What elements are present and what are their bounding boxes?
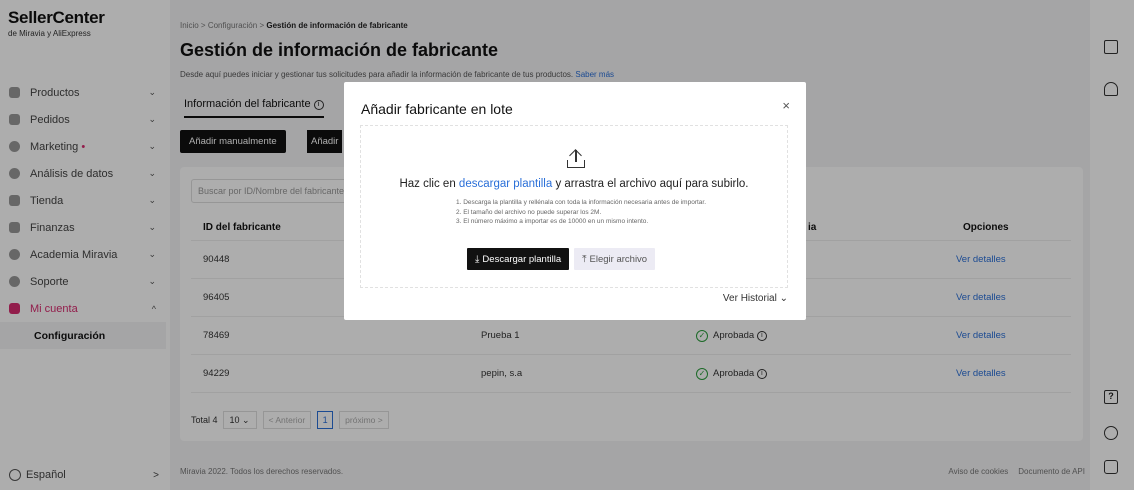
history-label: Ver Historial [722, 293, 777, 304]
note-item: 1. Descarga la plantilla y rellénala con… [456, 199, 707, 206]
batch-add-modal: Añadir fabricante en lote × Haz clic en … [344, 82, 806, 320]
close-icon[interactable]: × [782, 98, 790, 113]
view-history-toggle[interactable]: Ver Historial ⌄ [723, 293, 788, 304]
dropzone-actions: ⤓ Descargar plantilla ⤒ Elegir archivo [467, 248, 656, 270]
button-label: Descargar plantilla [482, 253, 562, 265]
instruction-text: Haz clic en [399, 178, 456, 190]
modal-title: Añadir fabricante en lote [361, 101, 513, 117]
instruction-text: y arrastra el archivo aquí para subirlo. [555, 178, 749, 190]
download-icon: ⤓ [475, 253, 480, 265]
note-item: 2. El tamaño del archivo no puede supera… [456, 208, 602, 216]
upload-icon [567, 149, 585, 168]
dropzone-instruction: Haz clic en descargar plantilla y arrast… [361, 178, 787, 190]
upload-small-icon: ⤒ [582, 253, 587, 265]
button-label: Elegir archivo [589, 253, 648, 265]
dropzone-notes: 1. Descarga la plantilla y rellénala con… [456, 198, 706, 227]
choose-file-button[interactable]: ⤒ Elegir archivo [574, 248, 656, 270]
download-template-link[interactable]: descargar plantilla [459, 178, 552, 190]
download-template-button[interactable]: ⤓ Descargar plantilla [467, 248, 570, 270]
chevron-down-icon: ⌄ [779, 293, 788, 304]
note-item: 3. El número máximo a importar es de 100… [456, 218, 649, 225]
file-dropzone[interactable]: Haz clic en descargar plantilla y arrast… [360, 125, 788, 288]
